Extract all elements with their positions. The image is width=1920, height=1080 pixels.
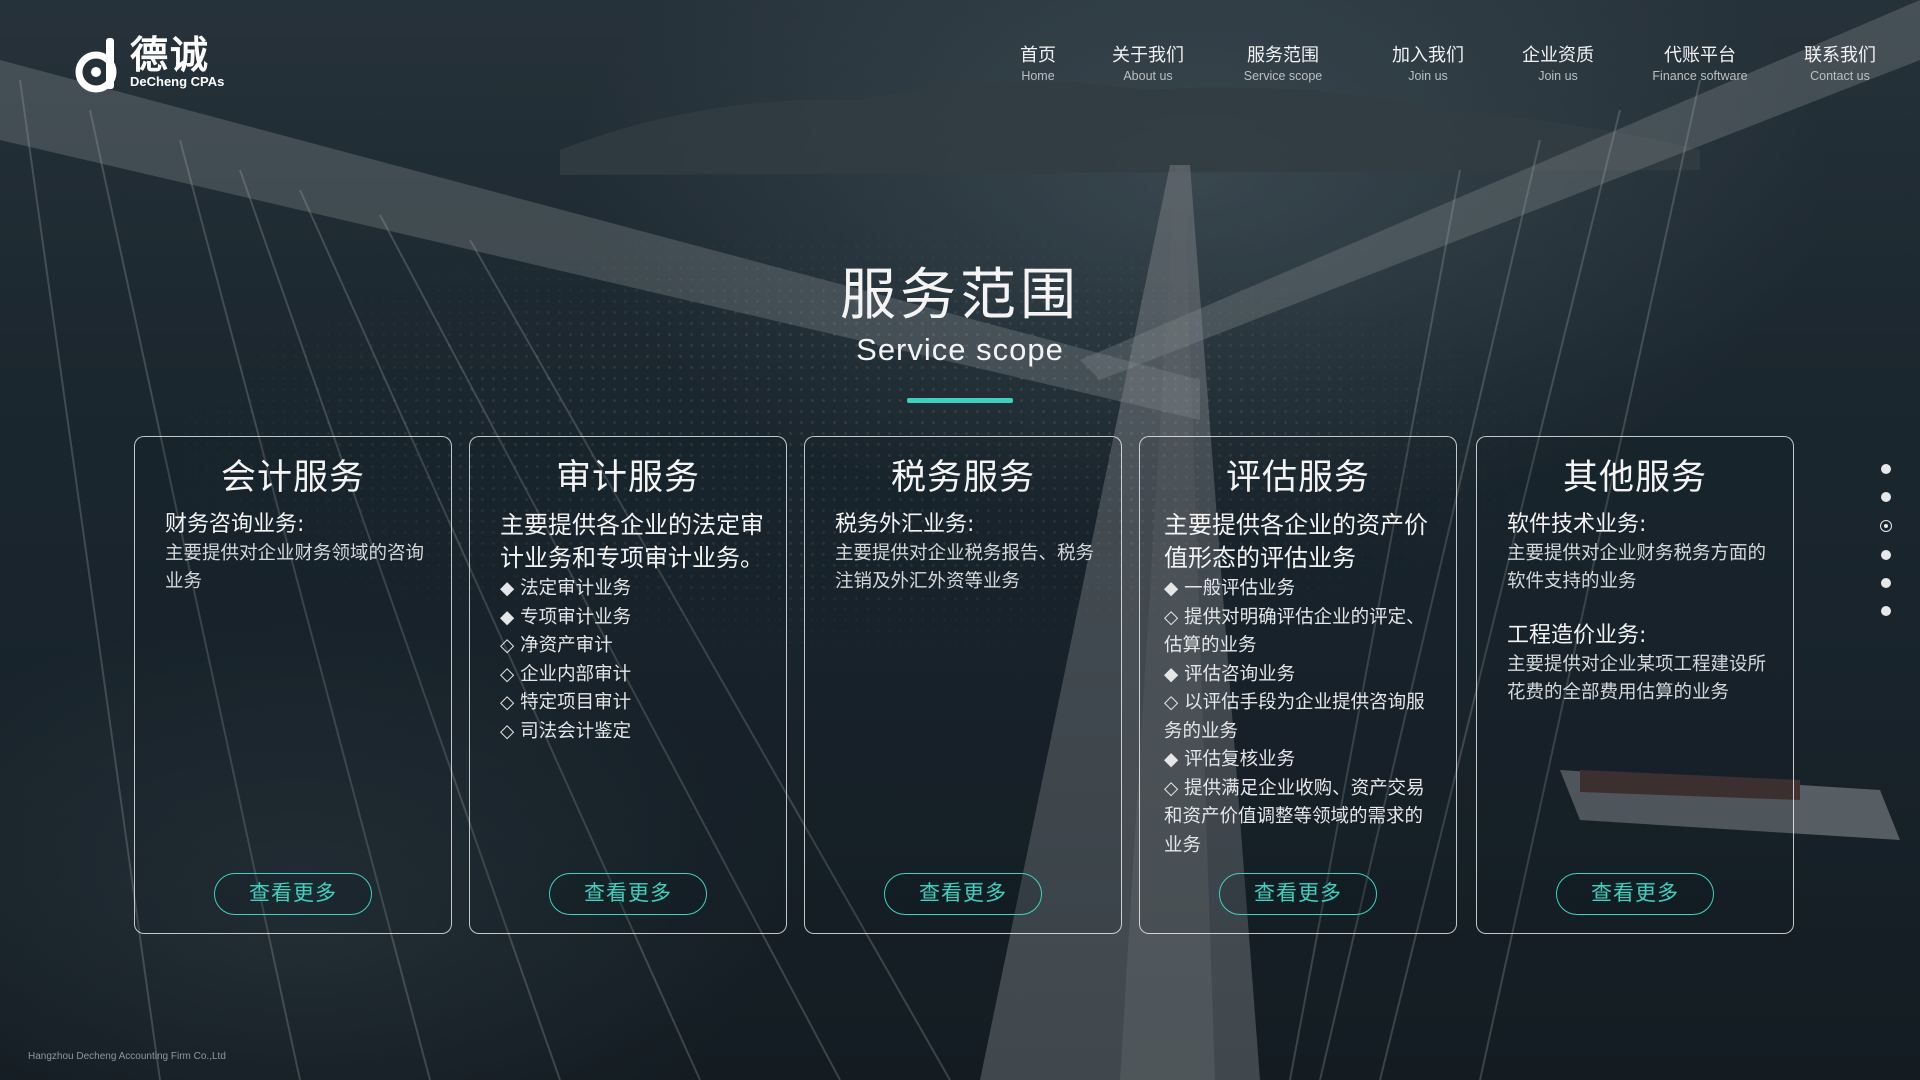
section-desc: 主要提供对企业某项工程建设所花费的全部费用估算的业务 <box>1507 654 1767 703</box>
nav-sublabel: Contact us <box>1810 69 1870 83</box>
card-title: 评估服务 <box>1225 458 1370 498</box>
nav-item-service-scope[interactable]: 服务范围 Service scope <box>1244 44 1323 83</box>
service-card-audit: 审计服务 主要提供各企业的法定审计业务和专项审计业务。 ◆ 法定审计业务 ◆ 专… <box>469 436 787 934</box>
section-desc: 主要提供对企业税务报告、税务注销及外汇外资等业务 <box>835 543 1095 592</box>
pagination-dot[interactable] <box>1881 550 1891 560</box>
nav-item-join[interactable]: 加入我们 Join us <box>1392 44 1464 83</box>
nav-sublabel: Service scope <box>1243 69 1323 83</box>
nav-sublabel: About us <box>1123 69 1173 83</box>
service-card-tax: 税务服务 税务外汇业务: 主要提供对企业税务报告、税务注销及外汇外资等业务 查看… <box>804 436 1122 934</box>
nav-item-home[interactable]: 首页 Home <box>1020 44 1056 83</box>
list-item: ◇ 特定项目审计 <box>500 692 632 713</box>
main-nav: 首页 Home 关于我们 About us 服务范围 Service scope… <box>0 44 1920 94</box>
section-pagination <box>1880 464 1892 634</box>
pagination-dot[interactable] <box>1881 464 1891 474</box>
nav-sublabel: Join us <box>1408 69 1448 83</box>
list-item: ◆ 评估复核业务 <box>1164 749 1296 770</box>
nav-label: 联系我们 <box>1804 45 1876 66</box>
card-title: 会计服务 <box>220 458 365 498</box>
view-more-button[interactable]: 查看更多 <box>1556 873 1714 915</box>
section-title: 工程造价业务: <box>1507 623 1647 648</box>
nav-sublabel: Join us <box>1538 69 1578 83</box>
page-title: 服务范围 <box>840 263 1080 328</box>
nav-item-qualifications[interactable]: 企业资质 Join us <box>1522 44 1594 83</box>
service-card-valuation: 评估服务 主要提供各企业的资产价值形态的评估业务 ◆ 一般评估业务 ◇ 提供对明… <box>1139 436 1457 934</box>
list-item: ◆ 法定审计业务 <box>500 578 632 599</box>
nav-item-contact[interactable]: 联系我们 Contact us <box>1804 44 1876 83</box>
section-title: 主要提供各企业的资产价值形态的评估业务 <box>1164 511 1428 572</box>
section-title: 主要提供各企业的法定审计业务和专项审计业务。 <box>500 511 764 572</box>
view-more-button[interactable]: 查看更多 <box>214 873 372 915</box>
card-title: 税务服务 <box>890 458 1035 498</box>
title-underline <box>907 398 1013 403</box>
nav-sublabel: Finance software <box>1652 69 1748 83</box>
list-item: ◇ 提供满足企业收购、资产交易和资产价值调整等领域的需求的业务 <box>1164 777 1425 856</box>
nav-label: 服务范围 <box>1246 45 1319 66</box>
list-item: ◆ 评估咨询业务 <box>1164 663 1296 685</box>
pagination-dot[interactable] <box>1881 606 1891 616</box>
service-card-accounting: 会计服务 财务咨询业务: 主要提供对企业财务领域的咨询业务 查看更多 <box>134 436 452 934</box>
list-item: ◆ 一般评估业务 <box>1164 578 1296 599</box>
nav-label: 企业资质 <box>1522 45 1594 66</box>
nav-label: 代账平台 <box>1664 45 1736 66</box>
section-title: 财务咨询业务: <box>165 512 305 537</box>
list-item: ◇ 净资产审计 <box>500 635 613 656</box>
list-item: ◇ 企业内部审计 <box>500 663 632 685</box>
list-item: ◇ 以评估手段为企业提供咨询服务的业务 <box>1164 692 1425 742</box>
page-subtitle: Service scope <box>856 332 1064 367</box>
pagination-dot-active[interactable] <box>1880 520 1892 532</box>
view-more-button[interactable]: 查看更多 <box>549 873 707 915</box>
card-title: 其他服务 <box>1562 458 1707 498</box>
pagination-dot[interactable] <box>1881 492 1891 502</box>
section-title: 税务外汇业务: <box>835 512 975 537</box>
list-item: ◇ 司法会计鉴定 <box>500 720 632 742</box>
list-item: ◇ 提供对明确评估企业的评定、估算的业务 <box>1164 606 1425 657</box>
section-desc: 主要提供对企业财务税务方面的软件支持的业务 <box>1507 543 1767 592</box>
card-title: 审计服务 <box>555 458 700 498</box>
section-title: 软件技术业务: <box>1507 512 1647 537</box>
nav-label: 首页 <box>1020 45 1056 66</box>
view-more-button[interactable]: 查看更多 <box>884 873 1042 915</box>
footer-copyright: Hangzhou Decheng Accounting Firm Co.,Ltd <box>28 1051 226 1062</box>
view-more-button[interactable]: 查看更多 <box>1219 873 1377 915</box>
pagination-dot[interactable] <box>1881 578 1891 588</box>
nav-label: 关于我们 <box>1112 45 1184 66</box>
nav-sublabel: Home <box>1021 69 1055 83</box>
service-card-other: 其他服务 软件技术业务: 主要提供对企业财务税务方面的软件支持的业务 工程造价业… <box>1476 436 1794 934</box>
nav-item-finance-platform[interactable]: 代账平台 Finance software <box>1652 44 1747 83</box>
section-desc: 主要提供对企业财务领域的咨询业务 <box>165 543 425 592</box>
nav-label: 加入我们 <box>1392 45 1464 66</box>
list-item: ◆ 专项审计业务 <box>500 606 632 628</box>
nav-item-about[interactable]: 关于我们 About us <box>1112 44 1184 83</box>
